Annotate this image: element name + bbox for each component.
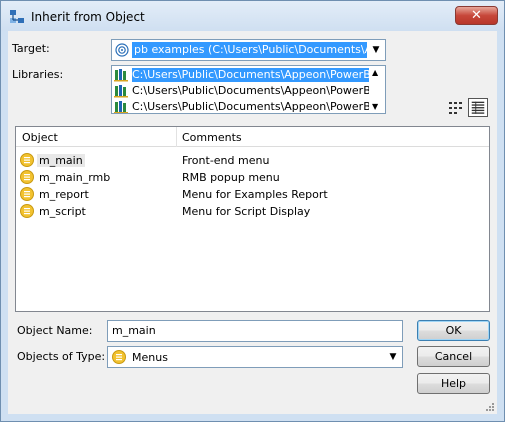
libraries-label: Libraries: xyxy=(12,68,64,81)
object-comment-cell: Front-end menu xyxy=(182,154,270,167)
table-row[interactable]: m_main_rmb RMB popup menu xyxy=(16,169,489,186)
resize-grip-icon[interactable] xyxy=(485,402,495,412)
object-comment-cell: Menu for Examples Report xyxy=(182,188,328,201)
library-item[interactable]: C:\Users\Public\Documents\Appeon\PowerBu… xyxy=(112,99,370,113)
object-name-cell: m_main_rmb xyxy=(39,171,111,184)
target-label: Target: xyxy=(12,42,50,55)
library-item[interactable]: C:\Users\Public\Documents\Appeon\PowerBu… xyxy=(112,67,370,83)
dialog-body: Target: pb examples (C:\Users\Public\Doc… xyxy=(8,31,497,414)
objects-list[interactable]: Object Comments m_main Front-end menu m_… xyxy=(15,126,490,312)
menu-object-icon xyxy=(112,350,126,364)
details-view-icon[interactable] xyxy=(468,98,488,117)
scroll-down-icon[interactable]: ▼ xyxy=(372,102,378,111)
title-bar[interactable]: Inherit from Object ✕ xyxy=(1,1,504,31)
menu-object-icon xyxy=(20,204,34,218)
libraries-scrollbar[interactable]: ▲ ▼ xyxy=(369,66,385,113)
table-row[interactable]: m_report Menu for Examples Report xyxy=(16,186,489,203)
chevron-down-icon[interactable]: ▼ xyxy=(386,347,400,367)
library-path: C:\Users\Public\Documents\Appeon\PowerBu… xyxy=(132,68,370,82)
library-item[interactable]: C:\Users\Public\Documents\Appeon\PowerBu… xyxy=(112,83,370,99)
object-comment-cell: RMB popup menu xyxy=(182,171,280,184)
library-icon xyxy=(114,69,128,82)
library-path: C:\Users\Public\Documents\Appeon\PowerBu… xyxy=(132,84,370,97)
close-icon: ✕ xyxy=(471,8,482,23)
object-comment-cell: Menu for Script Display xyxy=(182,205,311,218)
window-title: Inherit from Object xyxy=(31,10,145,24)
scroll-up-icon[interactable]: ▲ xyxy=(372,68,378,77)
help-button[interactable]: Help xyxy=(417,373,490,394)
objects-of-type-combo[interactable]: Menus ▼ xyxy=(107,346,403,368)
objects-of-type-label: Objects of Type: xyxy=(17,350,106,363)
object-name-cell: m_script xyxy=(39,205,86,218)
library-path: C:\Users\Public\Documents\Appeon\PowerBu… xyxy=(132,100,370,113)
menu-object-icon xyxy=(20,153,34,167)
list-view-icon[interactable] xyxy=(446,98,466,117)
library-icon xyxy=(114,101,128,113)
table-row[interactable]: m_main Front-end menu xyxy=(16,152,489,169)
library-icon xyxy=(114,85,128,98)
menu-object-icon xyxy=(20,187,34,201)
column-header-comments[interactable]: Comments xyxy=(182,131,242,144)
object-name-cell: m_main xyxy=(37,154,85,167)
column-header-object[interactable]: Object xyxy=(22,131,58,144)
column-divider[interactable] xyxy=(176,127,177,147)
cancel-button[interactable]: Cancel xyxy=(417,346,490,367)
object-name-label: Object Name: xyxy=(17,324,93,337)
inherit-dialog: Inherit from Object ✕ Target: pb example… xyxy=(0,0,505,422)
table-row[interactable]: m_script Menu for Script Display xyxy=(16,203,489,220)
chevron-down-icon[interactable]: ▼ xyxy=(369,40,383,60)
libraries-list[interactable]: C:\Users\Public\Documents\Appeon\PowerBu… xyxy=(111,65,386,114)
ok-button[interactable]: OK xyxy=(417,320,490,341)
target-icon xyxy=(115,43,129,57)
close-button[interactable]: ✕ xyxy=(455,6,498,25)
object-name-input[interactable]: m_main xyxy=(107,320,403,342)
objects-list-header: Object Comments xyxy=(16,127,489,147)
target-combo[interactable]: pb examples (C:\Users\Public\Documents\A… xyxy=(111,39,386,61)
objects-of-type-value: Menus xyxy=(132,351,168,364)
menu-object-icon xyxy=(20,170,34,184)
object-name-cell: m_report xyxy=(39,188,89,201)
target-value: pb examples (C:\Users\Public\Documents\A… xyxy=(132,42,367,58)
inherit-icon xyxy=(10,10,24,23)
